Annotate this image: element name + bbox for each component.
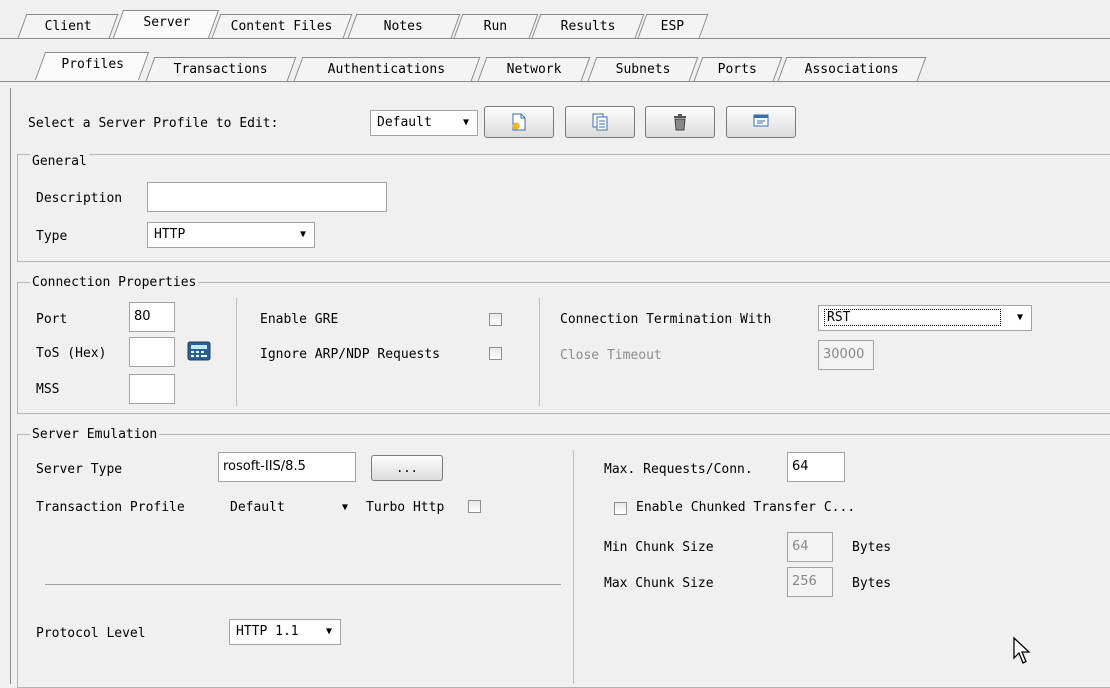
tab-content-files[interactable]: Content Files <box>211 14 353 38</box>
min-chunk-unit: Bytes <box>852 540 892 555</box>
max-requests-field[interactable]: 64 <box>787 452 845 482</box>
emulation-title: Server Emulation <box>30 427 160 442</box>
tab-client[interactable]: Client <box>17 14 119 38</box>
emulation-divider <box>573 450 574 684</box>
chevron-down-icon: ▼ <box>299 229 306 240</box>
outer-tab-bar: Client Server Content Files Notes Run Re… <box>0 0 1110 42</box>
trash-icon <box>674 114 686 131</box>
chunked-checkbox[interactable] <box>614 502 627 515</box>
content-left-border <box>10 88 11 684</box>
server-type-field[interactable]: rosoft-IIS/8.5 <box>218 452 356 482</box>
transaction-profile-label: Transaction Profile <box>36 500 185 515</box>
protocol-select[interactable]: HTTP 1.1 ▼ <box>229 619 341 645</box>
tab-authentications[interactable]: Authentications <box>293 57 481 81</box>
chevron-down-icon: ▼ <box>462 117 469 128</box>
profile-select-label: Select a Server Profile to Edit: <box>28 116 279 131</box>
tos-field[interactable] <box>129 337 175 367</box>
window-icon <box>753 114 769 127</box>
mss-field[interactable] <box>129 374 175 404</box>
gre-label: Enable GRE <box>260 312 339 327</box>
tab-associations[interactable]: Associations <box>777 57 927 81</box>
arp-checkbox[interactable] <box>489 347 502 360</box>
close-timeout-label: Close Timeout <box>560 348 662 363</box>
max-requests-label: Max. Requests/Conn. <box>604 462 753 477</box>
profile-select[interactable]: Default ▼ <box>370 110 478 136</box>
delete-profile-button[interactable] <box>645 106 715 138</box>
max-chunk-unit: Bytes <box>852 576 892 591</box>
port-label: Port <box>36 312 68 327</box>
new-profile-button[interactable] <box>484 106 554 138</box>
protocol-label: Protocol Level <box>36 626 146 641</box>
calculator-button[interactable] <box>187 341 211 361</box>
turbo-label: Turbo Http <box>366 500 445 515</box>
description-field[interactable] <box>147 182 387 212</box>
chevron-down-icon: ▼ <box>1016 312 1023 323</box>
tab-server[interactable]: Server <box>112 10 220 38</box>
type-label: Type <box>36 229 68 244</box>
general-title: General <box>30 154 89 169</box>
emulation-separator <box>45 584 561 585</box>
turbo-checkbox[interactable] <box>468 500 481 513</box>
tab-results[interactable]: Results <box>531 14 645 38</box>
tab-notes[interactable]: Notes <box>347 14 461 38</box>
transaction-profile-select[interactable]: Default ▼ <box>223 495 357 521</box>
mss-label: MSS <box>36 382 60 397</box>
tab-network[interactable]: Network <box>477 57 591 81</box>
copy-profile-icon <box>592 113 608 131</box>
tos-label: ToS (Hex) <box>36 346 107 361</box>
max-chunk-label: Max Chunk Size <box>604 576 714 591</box>
type-select[interactable]: HTTP ▼ <box>147 222 315 248</box>
termination-label: Connection Termination With <box>560 312 772 327</box>
termination-select[interactable]: RST ▼ <box>818 305 1032 331</box>
tab-run[interactable]: Run <box>453 14 539 38</box>
connection-title: Connection Properties <box>30 275 199 290</box>
rename-profile-button[interactable] <box>726 106 796 138</box>
chevron-down-icon: ▼ <box>325 626 332 637</box>
min-chunk-label: Min Chunk Size <box>604 540 714 555</box>
outer-tab-baseline <box>0 38 1110 39</box>
chevron-down-icon: ▼ <box>341 502 348 513</box>
arp-label: Ignore ARP/NDP Requests <box>260 347 441 362</box>
new-profile-icon <box>512 113 526 131</box>
connection-divider-2 <box>539 298 540 406</box>
inner-tab-baseline <box>0 81 1110 82</box>
server-type-label: Server Type <box>36 462 123 477</box>
tab-profiles[interactable]: Profiles <box>34 52 150 80</box>
copy-profile-button[interactable] <box>565 106 635 138</box>
max-chunk-field[interactable]: 256 <box>787 567 833 597</box>
mouse-cursor-icon <box>1013 636 1031 664</box>
chunked-label: Enable Chunked Transfer C... <box>636 500 856 515</box>
min-chunk-field[interactable]: 64 <box>787 532 833 562</box>
server-type-browse-button[interactable]: ... <box>371 455 443 481</box>
tab-esp[interactable]: ESP <box>637 14 709 38</box>
emulation-group <box>17 434 1110 688</box>
description-label: Description <box>36 191 123 206</box>
tab-transactions[interactable]: Transactions <box>145 57 297 81</box>
connection-divider-1 <box>236 298 237 406</box>
calculator-icon <box>187 341 211 361</box>
inner-tab-bar: Profiles Transactions Authentications Ne… <box>0 42 1110 88</box>
tab-subnets[interactable]: Subnets <box>587 57 699 81</box>
close-timeout-field[interactable]: 30000 <box>818 340 874 370</box>
port-field[interactable]: 80 <box>129 302 175 332</box>
tab-ports[interactable]: Ports <box>693 57 783 81</box>
gre-checkbox[interactable] <box>489 313 502 326</box>
